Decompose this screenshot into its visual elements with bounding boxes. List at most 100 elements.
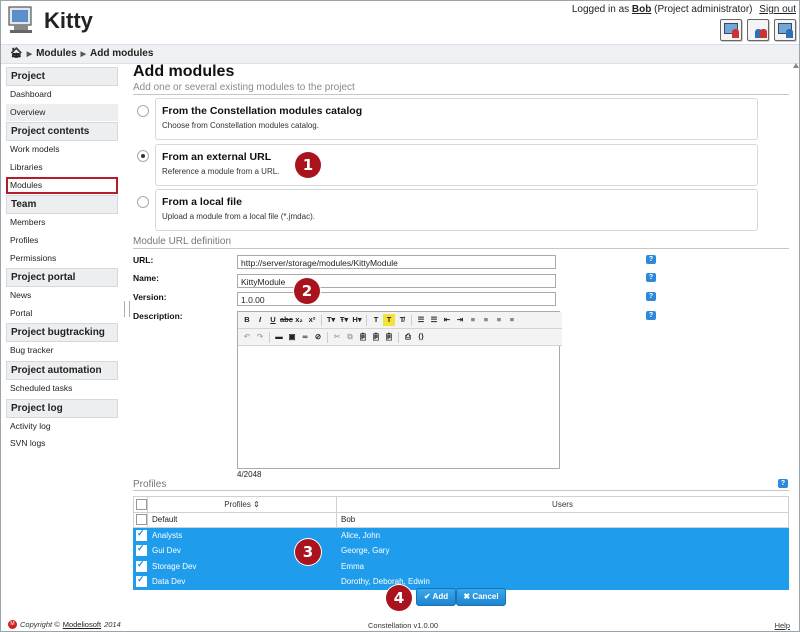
sidebar-item-work-models[interactable]: Work models — [6, 141, 118, 159]
row-checkbox[interactable] — [136, 514, 147, 526]
paste-icon[interactable]: 📋︎ — [357, 331, 369, 343]
sidebar-item-activity-log[interactable]: Activity log — [6, 418, 118, 436]
source-code-icon[interactable]: ⟨⟩ — [415, 331, 427, 343]
image-icon[interactable]: ▣ — [286, 331, 298, 343]
help-icon[interactable]: ? — [778, 479, 788, 488]
sidebar-section-project-contents[interactable]: Project contents — [6, 122, 118, 142]
link-icon[interactable]: ∞ — [299, 331, 311, 343]
cancel-button[interactable]: ✖ Cancel — [456, 588, 506, 606]
description-editor[interactable]: B I U abc x₂ x² T▾ Ŧ▾ H▾ T T T̸ ☰ ☰ ⇤ ⇥ … — [237, 311, 562, 469]
profiles-column-header[interactable]: Profiles ⇕ — [147, 496, 337, 513]
logged-in-label: Logged in as — [571, 4, 630, 15]
help-icon[interactable]: ? — [646, 311, 656, 320]
horizontal-rule-icon[interactable]: ▬ — [273, 331, 285, 343]
table-row[interactable]: Gui Dev George, Gary — [133, 542, 789, 559]
radio-catalog[interactable] — [137, 105, 149, 117]
help-icon[interactable]: ? — [646, 255, 656, 264]
row-checkbox[interactable] — [136, 543, 147, 557]
sidebar-section-project-bugtracking[interactable]: Project bugtracking — [6, 323, 118, 343]
company-link[interactable]: Modeliosoft — [63, 620, 101, 629]
sidebar-section-project-log[interactable]: Project log — [6, 398, 118, 418]
name-label: Name: — [133, 273, 159, 283]
radio-local-file[interactable] — [137, 196, 149, 208]
sidebar-item-profiles[interactable]: Profiles — [6, 232, 118, 250]
paste-word-icon[interactable]: 📋︎ — [383, 331, 395, 343]
option-external-url[interactable]: From an external URL Reference a module … — [155, 144, 758, 186]
bullet-list-icon[interactable]: ☰ — [415, 314, 427, 326]
align-justify-icon[interactable]: ≡ — [506, 314, 518, 326]
version-input[interactable]: 1.0.00 — [237, 292, 556, 306]
row-checkbox[interactable] — [136, 559, 147, 572]
redo-icon[interactable]: ↷ — [254, 331, 266, 343]
table-row[interactable]: Default Bob — [133, 511, 789, 528]
select-all-checkbox[interactable] — [136, 498, 147, 510]
option-catalog[interactable]: From the Constellation modules catalog C… — [155, 98, 758, 140]
sidebar-section-team[interactable]: Team — [6, 195, 118, 215]
font-family-icon[interactable]: Ŧ▾ — [338, 314, 350, 326]
url-input[interactable]: http://server/storage/modules/KittyModul… — [237, 255, 556, 269]
subscript-icon[interactable]: x₂ — [293, 314, 305, 326]
name-input[interactable]: KittyModule — [237, 274, 556, 288]
strikethrough-icon[interactable]: abc — [280, 314, 293, 326]
text-size-icon[interactable]: T▾ — [325, 314, 337, 326]
description-label: Description: — [133, 311, 183, 321]
checkbox-cell — [133, 558, 148, 575]
indent-icon[interactable]: ⇥ — [454, 314, 466, 326]
sidebar-item-libraries[interactable]: Libraries — [6, 159, 118, 177]
align-left-icon[interactable]: ≡ — [467, 314, 479, 326]
row-checkbox[interactable] — [136, 528, 147, 541]
sidebar-item-overview[interactable]: Overview — [6, 103, 118, 122]
align-center-icon[interactable]: ≡ — [480, 314, 492, 326]
user-profile-icon[interactable] — [747, 19, 769, 41]
footer-help-link[interactable]: Help — [775, 621, 790, 630]
sign-out-link[interactable]: Sign out — [759, 4, 796, 15]
scroll-up-icon[interactable] — [793, 62, 799, 72]
user-link[interactable]: Bob — [632, 4, 651, 15]
sidebar-item-permissions[interactable]: Permissions — [6, 250, 118, 268]
print-icon[interactable]: ⎙ — [402, 331, 414, 343]
user-settings-icon[interactable] — [720, 19, 742, 41]
profile-name: Default — [147, 511, 337, 528]
row-checkbox[interactable] — [136, 574, 147, 588]
url-label: URL: — [133, 255, 154, 265]
home-icon[interactable]: 🏠︎ — [10, 48, 23, 59]
table-row[interactable]: Analysts Alice, John — [133, 527, 789, 544]
clear-format-icon[interactable]: T̸ — [396, 314, 408, 326]
sidebar-item-portal[interactable]: Portal — [6, 305, 118, 323]
sidebar-item-scheduled-tasks[interactable]: Scheduled tasks — [6, 380, 118, 398]
sidebar-item-dashboard[interactable]: Dashboard — [6, 86, 118, 104]
sidebar-collapse-handle[interactable] — [124, 301, 130, 317]
outdent-icon[interactable]: ⇤ — [441, 314, 453, 326]
numbered-list-icon[interactable]: ☰ — [428, 314, 440, 326]
help-icon[interactable]: ? — [646, 292, 656, 301]
align-right-icon[interactable]: ≡ — [493, 314, 505, 326]
user-role: (Project administrator) — [654, 4, 753, 15]
italic-icon[interactable]: I — [254, 314, 266, 326]
undo-icon[interactable]: ↶ — [241, 331, 253, 343]
sidebar-section-project-portal[interactable]: Project portal — [6, 268, 118, 288]
sidebar-section-project[interactable]: Project — [6, 67, 118, 86]
copy-icon[interactable]: ⧉ — [344, 331, 356, 343]
cut-icon[interactable]: ✂ — [331, 331, 343, 343]
sidebar-item-bug-tracker[interactable]: Bug tracker — [6, 342, 118, 360]
sidebar-item-news[interactable]: News — [6, 287, 118, 305]
sidebar-item-svn-logs[interactable]: SVN logs — [6, 435, 118, 453]
unlink-icon[interactable]: ⊘ — [312, 331, 324, 343]
bold-icon[interactable]: B — [241, 314, 253, 326]
breadcrumb-modules[interactable]: Modules — [36, 48, 77, 59]
add-button[interactable]: ✔ Add — [416, 588, 456, 606]
sidebar-item-members[interactable]: Members — [6, 214, 118, 232]
text-color-icon[interactable]: T — [370, 314, 382, 326]
highlight-icon[interactable]: T — [383, 314, 395, 326]
radio-external-url[interactable] — [137, 150, 149, 162]
heading-icon[interactable]: H▾ — [351, 314, 363, 326]
sidebar-section-project-automation[interactable]: Project automation — [6, 360, 118, 380]
table-row[interactable]: Storage Dev Emma — [133, 558, 789, 575]
user-admin-icon[interactable] — [774, 19, 796, 41]
underline-icon[interactable]: U — [267, 314, 279, 326]
help-icon[interactable]: ? — [646, 273, 656, 282]
option-local-file[interactable]: From a local file Upload a module from a… — [155, 189, 758, 231]
superscript-icon[interactable]: x² — [306, 314, 318, 326]
sidebar-item-modules[interactable]: Modules — [6, 177, 118, 195]
paste-text-icon[interactable]: 📋︎ — [370, 331, 382, 343]
